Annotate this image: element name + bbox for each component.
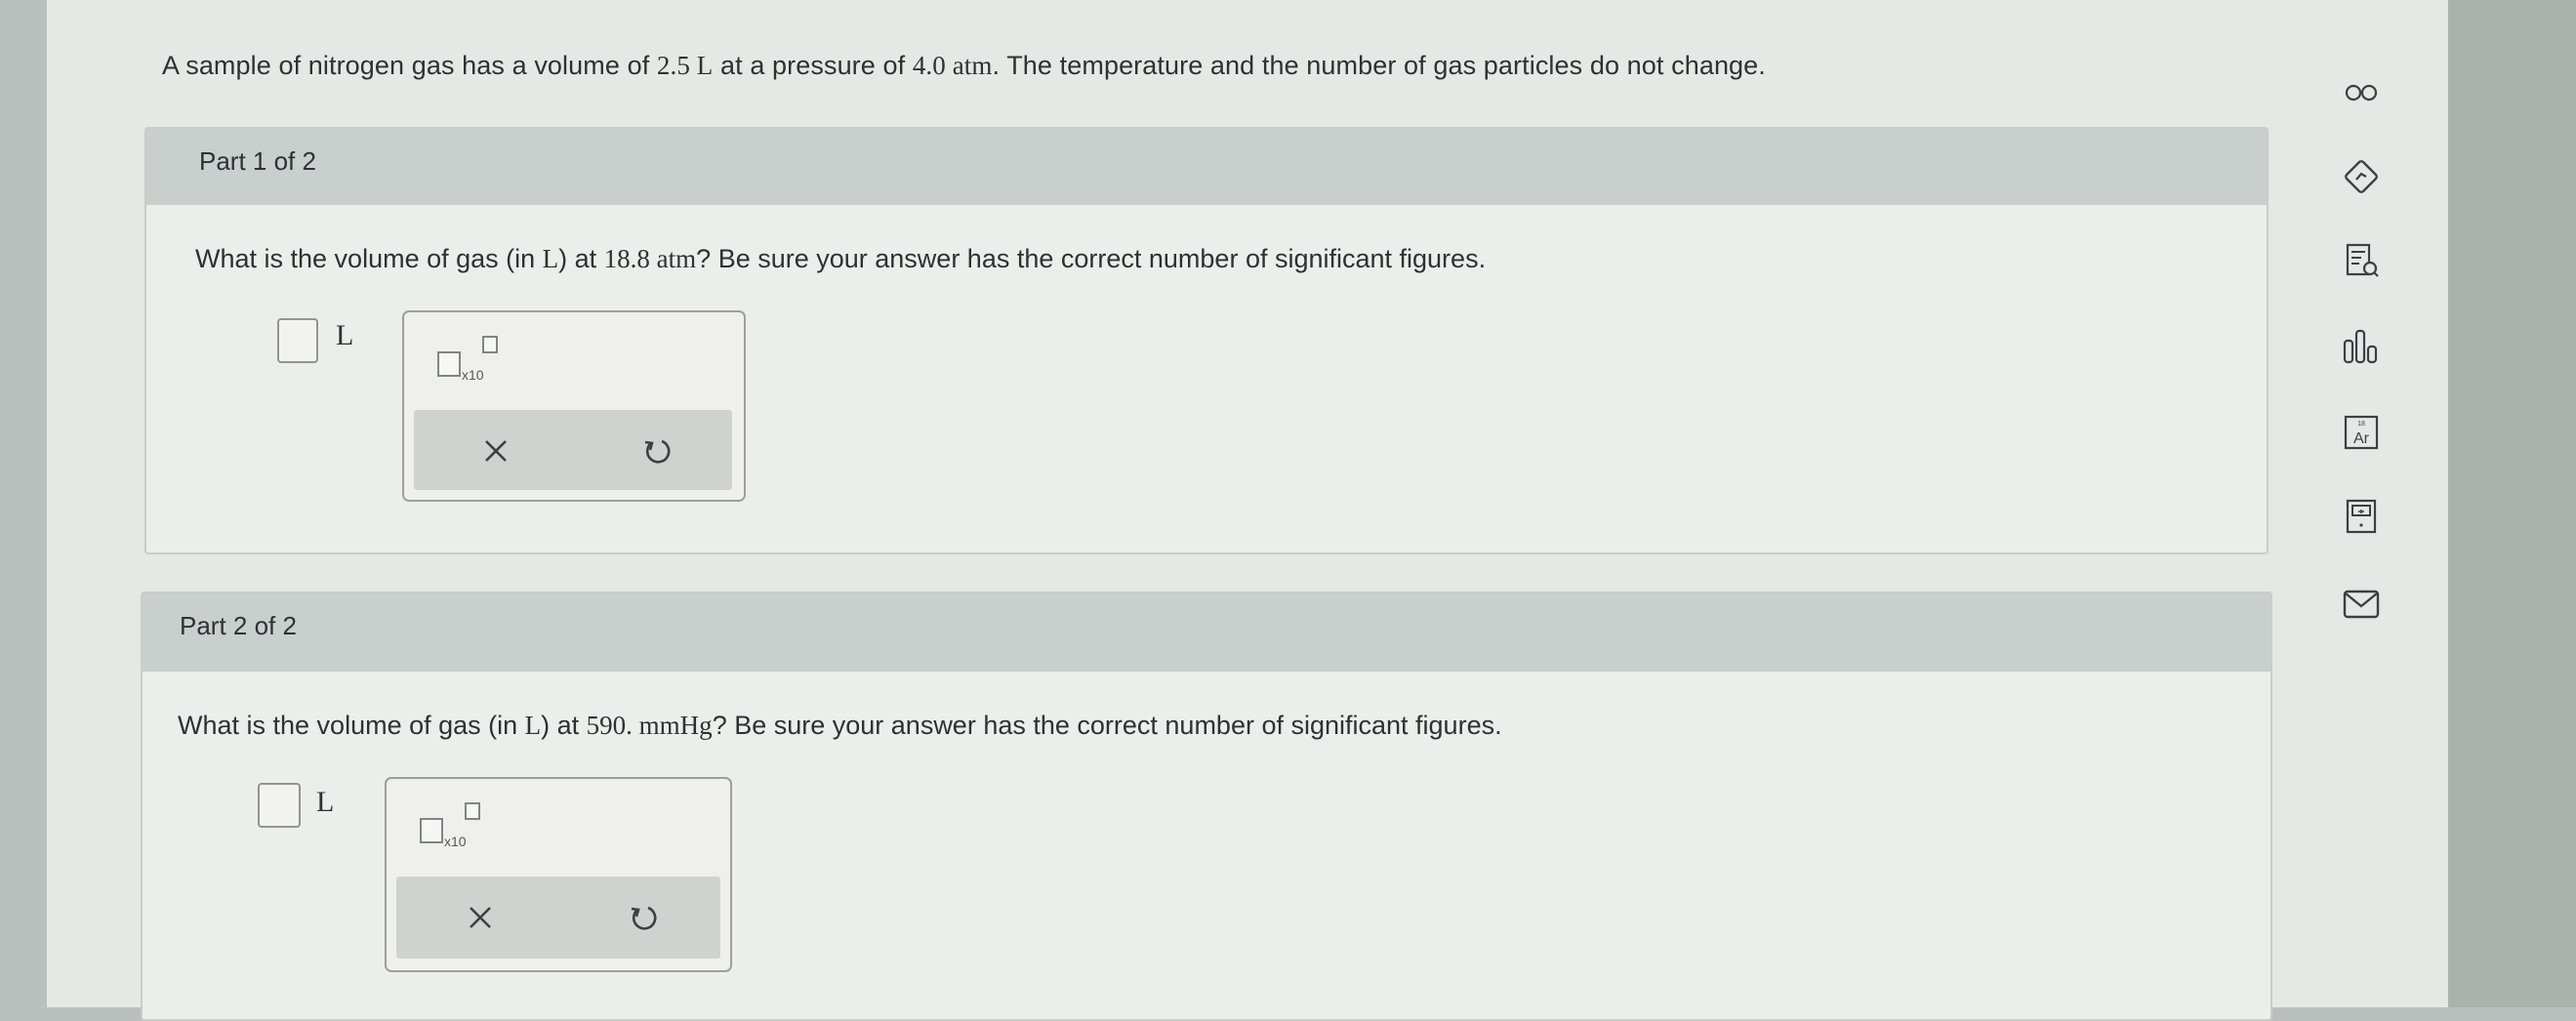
calculator-icon [2346, 499, 2377, 534]
mail-icon [2343, 590, 2380, 619]
exponent-box-icon [465, 802, 480, 820]
mail-button[interactable] [2339, 582, 2384, 627]
svg-text:18: 18 [2357, 421, 2365, 428]
part-1-title: Part 1 of 2 [199, 146, 316, 176]
part-2-answer-unit: L [316, 786, 335, 818]
undo-button[interactable] [617, 890, 672, 945]
exponent-box-icon [482, 336, 498, 353]
svg-text:Ar: Ar [2353, 430, 2370, 447]
list-search-icon [2346, 243, 2379, 277]
problem-volume: 2.5 L [656, 51, 714, 80]
part-2-header: Part 2 of 2 [143, 593, 2270, 672]
x10-label: x10 [444, 834, 467, 849]
part-2-answer-input[interactable] [258, 783, 301, 828]
close-icon [485, 440, 507, 462]
x10-exponent-button[interactable]: x10 [437, 336, 498, 383]
periodic-table-icon: Ar 18 [2344, 415, 2379, 450]
question-unit: L [542, 244, 559, 273]
hint-diamond-icon [2345, 160, 2378, 193]
calculator-button[interactable] [2339, 494, 2384, 539]
question-unit: L [524, 711, 542, 740]
infinity-icon [2345, 84, 2378, 102]
part-2-panel: Part 2 of 2 What is the volume of gas (i… [141, 592, 2272, 1021]
undo-button[interactable] [631, 424, 685, 478]
part-1-panel: Part 1 of 2 What is the volume of gas (i… [144, 127, 2269, 554]
background-edge [2448, 0, 2576, 1007]
part-1-math-toolbox: x10 [402, 310, 746, 502]
clear-button[interactable] [469, 424, 523, 478]
question-text: ) at [558, 244, 604, 273]
problem-statement: A sample of nitrogen gas has a volume of… [162, 51, 1766, 81]
mantissa-box-icon [420, 818, 443, 843]
part-1-header: Part 1 of 2 [146, 129, 2267, 205]
chart-button[interactable] [2339, 324, 2384, 369]
problem-text-1: A sample of nitrogen gas has a volume of [162, 51, 657, 80]
question-text: ? Be sure your answer has the correct nu… [696, 244, 1487, 273]
undo-icon [631, 906, 657, 930]
question-text: What is the volume of gas (in [195, 244, 543, 273]
part-2-question: What is the volume of gas (in L) at 590.… [178, 711, 1502, 741]
question-given-value: 590. mmHg [586, 711, 713, 740]
part-1-tool-bar [414, 410, 732, 490]
infinity-button[interactable] [2339, 70, 2384, 115]
problem-text-3: . The temperature and the number of gas … [992, 51, 1766, 80]
part-2-math-toolbox: x10 [385, 777, 732, 972]
data-lookup-button[interactable] [2339, 238, 2384, 283]
part-2-tool-bar [396, 877, 720, 959]
part-2-title: Part 2 of 2 [180, 611, 297, 640]
problem-pressure: 4.0 atm [912, 51, 993, 80]
question-given-value: 18.8 atm [603, 244, 697, 273]
hint-button[interactable] [2339, 154, 2384, 199]
clear-button[interactable] [453, 890, 508, 945]
question-text: ) at [541, 711, 587, 740]
problem-text-2: at a pressure of [713, 51, 913, 80]
close-icon [470, 907, 491, 928]
mantissa-box-icon [437, 351, 461, 377]
x10-exponent-button[interactable]: x10 [420, 802, 480, 849]
question-text: What is the volume of gas (in [178, 711, 525, 740]
part-1-answer-unit: L [336, 319, 354, 351]
periodic-table-button[interactable]: Ar 18 [2339, 410, 2384, 455]
question-text: ? Be sure your answer has the correct nu… [712, 711, 1502, 740]
undo-icon [644, 439, 671, 464]
bar-chart-icon [2343, 329, 2378, 364]
part-1-question: What is the volume of gas (in L) at 18.8… [195, 244, 1486, 274]
x10-label: x10 [462, 367, 484, 383]
part-1-answer-input[interactable] [277, 318, 318, 363]
